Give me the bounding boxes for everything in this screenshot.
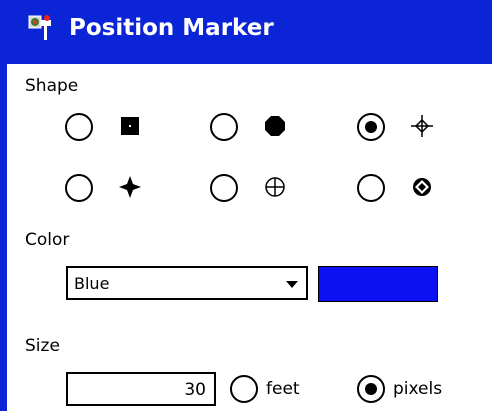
globe-pin-icon — [27, 14, 57, 48]
crosshair-diamond-icon — [411, 115, 433, 137]
filled-square-icon — [121, 117, 139, 135]
size-input[interactable]: 30 — [66, 372, 216, 406]
shape-label: Shape — [25, 76, 79, 96]
four-point-star-icon — [119, 176, 141, 198]
color-select-value: Blue — [74, 274, 110, 293]
unit-feet-label: feet — [266, 379, 300, 399]
size-value: 30 — [184, 380, 206, 400]
chevron-down-icon — [286, 281, 298, 288]
shape-radio-circled-diamond[interactable] — [357, 174, 385, 202]
unit-pixels-label: pixels — [393, 379, 443, 399]
shape-radio-star[interactable] — [65, 174, 93, 202]
shape-radio-crosshair[interactable] — [357, 113, 385, 141]
position-marker-panel: Shape Color Blue Size 30 feet pixels — [7, 64, 492, 411]
circled-diamond-icon — [413, 178, 431, 196]
unit-radio-feet[interactable] — [230, 375, 258, 403]
unit-radio-pixels[interactable] — [357, 375, 385, 403]
shape-radio-circle-cross[interactable] — [210, 174, 238, 202]
shape-radio-octagon[interactable] — [210, 113, 238, 141]
circle-cross-icon — [265, 177, 285, 197]
window-title: Position Marker — [69, 15, 274, 41]
size-label: Size — [25, 336, 60, 356]
shape-radio-square[interactable] — [65, 113, 93, 141]
color-select[interactable]: Blue — [66, 266, 308, 300]
window-left-border — [0, 0, 7, 411]
filled-octagon-icon — [265, 116, 285, 136]
title-bar: Position Marker — [7, 0, 492, 64]
color-swatch[interactable] — [318, 266, 438, 302]
color-label: Color — [25, 230, 70, 250]
